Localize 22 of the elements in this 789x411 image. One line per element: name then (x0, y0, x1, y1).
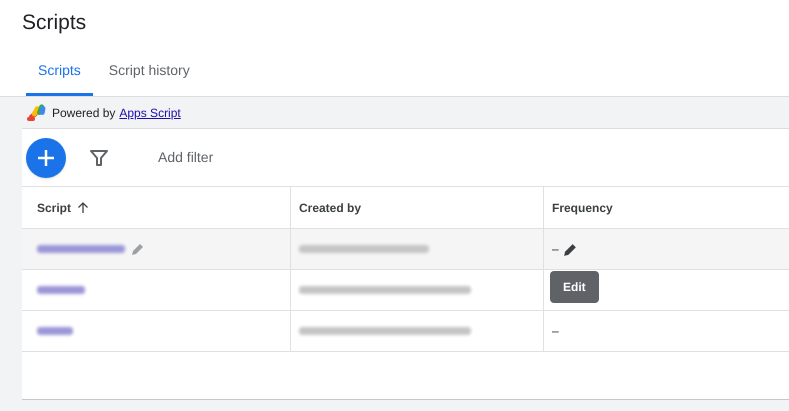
redacted-text (37, 286, 85, 294)
sort-arrow-icon[interactable] (77, 202, 90, 214)
plus-icon (37, 148, 55, 166)
table-row[interactable]: – (22, 311, 789, 352)
add-filter-button[interactable]: Add filter (158, 147, 214, 168)
page-title: Scripts (22, 10, 88, 36)
tab[interactable]: Scripts (26, 60, 93, 96)
column-header[interactable]: Created by (299, 198, 362, 216)
pencil-icon[interactable] (562, 242, 578, 256)
tab[interactable]: Script history (96, 60, 202, 96)
tooltip: Edit (550, 271, 599, 303)
apps-script-logo-icon (26, 104, 48, 122)
add-button[interactable] (26, 138, 66, 178)
frequency-value: – (552, 241, 559, 258)
column-header[interactable]: Frequency (552, 198, 613, 216)
powered-by-text: Powered by (52, 104, 116, 122)
frequency-value: – (552, 323, 559, 340)
redacted-text (37, 327, 73, 335)
apps-script-link[interactable]: Apps Script (119, 104, 181, 122)
filter-icon[interactable] (90, 148, 108, 166)
column-header[interactable]: Script (37, 198, 72, 216)
table-row[interactable] (22, 270, 789, 311)
